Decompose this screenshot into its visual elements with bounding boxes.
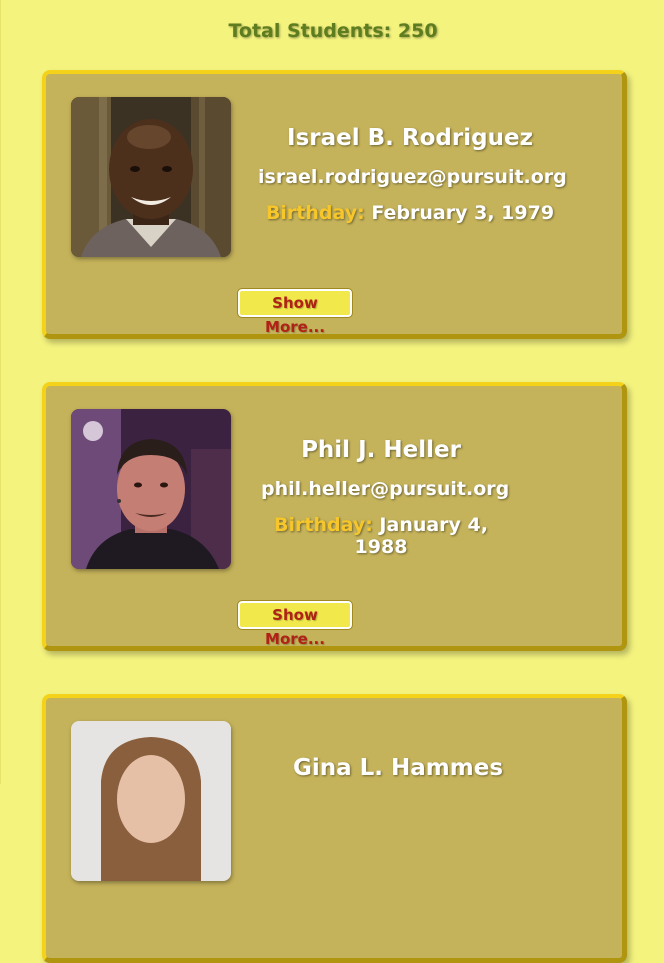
student-name: Phil J. Heller: [301, 437, 461, 463]
student-info: Gina L. Hammes: [258, 754, 538, 782]
birthday-label: Birthday:: [274, 514, 373, 536]
student-photo: [71, 409, 231, 569]
student-email: phil.heller@pursuit.org: [261, 478, 510, 500]
student-card: Israel B. Rodriguez israel.rodriguez@pur…: [42, 70, 627, 339]
birthday-value: February 3, 1979: [371, 202, 555, 224]
student-email: israel.rodriguez@pursuit.org: [258, 166, 567, 188]
student-name: Gina L. Hammes: [292, 755, 504, 781]
show-more-button[interactable]: Show More...: [237, 288, 353, 336]
student-birthday: Birthday: January 4, 1988: [273, 514, 489, 558]
total-students-count: Total Students: 250: [228, 20, 438, 42]
student-photo: [71, 97, 231, 257]
show-more-button[interactable]: Show More...: [237, 600, 353, 648]
student-photo: [71, 721, 231, 881]
student-card: Gina L. Hammes: [42, 694, 627, 963]
student-info: Phil J. Heller phil.heller@pursuit.org B…: [261, 436, 510, 558]
student-name: Israel B. Rodriguez: [287, 125, 533, 151]
student-birthday: Birthday: February 3, 1979: [258, 202, 562, 224]
birthday-label: Birthday:: [265, 202, 365, 224]
student-card: Phil J. Heller phil.heller@pursuit.org B…: [42, 382, 627, 651]
birthday-value: January 4, 1988: [354, 514, 488, 558]
student-info: Israel B. Rodriguez israel.rodriguez@pur…: [258, 124, 567, 224]
